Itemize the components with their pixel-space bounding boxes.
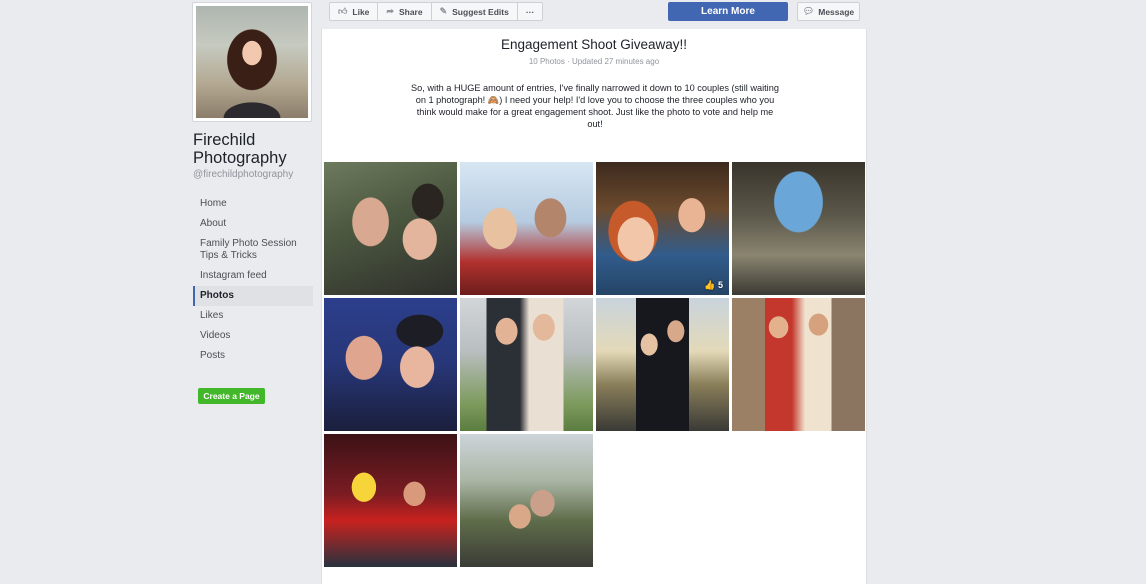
suggest-edits-button[interactable]: ✎ Suggest Edits xyxy=(431,2,518,21)
share-arrow-icon: ➦ xyxy=(386,6,394,16)
like-button[interactable]: 👍︎ Like xyxy=(329,2,379,21)
album-photo[interactable] xyxy=(732,298,865,431)
photo-grid: 👍 5 xyxy=(324,162,865,567)
create-page-button[interactable]: Create a Page xyxy=(198,388,265,404)
page-handle[interactable]: @firechildphotography xyxy=(193,169,293,180)
nav-item-family-photo-tips[interactable]: Family Photo Session Tips & Tricks xyxy=(193,234,313,266)
like-label: Like xyxy=(352,6,370,17)
pencil-icon: ✎ xyxy=(439,6,448,16)
album-photo[interactable] xyxy=(324,434,457,567)
album-photo[interactable] xyxy=(732,162,865,295)
page-action-bar: 👍︎ Like ➦ Share ✎ Suggest Edits ··· xyxy=(329,2,544,21)
album-photo[interactable] xyxy=(324,162,457,295)
page-name[interactable]: Firechild Photography xyxy=(193,131,323,167)
photo-like-count: 👍 5 xyxy=(704,280,723,290)
album-title: Engagement Shoot Giveaway!! xyxy=(500,37,688,52)
share-label: Share xyxy=(398,6,423,17)
thumbs-up-icon: 👍︎ xyxy=(338,6,348,16)
album-photo[interactable] xyxy=(460,434,593,567)
nav-item-photos[interactable]: Photos xyxy=(193,286,313,306)
nav-item-videos[interactable]: Videos xyxy=(193,326,313,346)
nav-item-home[interactable]: Home xyxy=(193,194,313,214)
suggest-edits-label: Suggest Edits xyxy=(452,6,509,17)
nav-item-likes[interactable]: Likes xyxy=(193,306,313,326)
message-label: Message xyxy=(818,6,855,17)
nav-item-about[interactable]: About xyxy=(193,214,313,234)
profile-picture[interactable] xyxy=(196,6,308,118)
album-panel: Engagement Shoot Giveaway!! 10 Photos · … xyxy=(321,29,867,584)
album-meta: 10 Photos · Updated 27 minutes ago xyxy=(528,57,660,66)
nav-item-instagram-feed[interactable]: Instagram feed xyxy=(193,266,313,286)
share-button[interactable]: ➦ Share xyxy=(378,2,432,21)
album-photo[interactable]: 👍 5 xyxy=(596,162,729,295)
nav-item-posts[interactable]: Posts xyxy=(193,346,313,366)
profile-picture-frame[interactable] xyxy=(192,2,312,122)
learn-more-button[interactable]: Learn More xyxy=(668,2,788,21)
more-button[interactable]: ··· xyxy=(517,2,544,21)
message-button[interactable]: 💬︎ Message xyxy=(797,2,860,21)
album-photo[interactable] xyxy=(460,162,593,295)
album-photo[interactable] xyxy=(460,298,593,431)
album-photo[interactable] xyxy=(596,298,729,431)
album-description: So, with a HUGE amount of entries, I've … xyxy=(411,83,779,129)
page-nav: Home About Family Photo Session Tips & T… xyxy=(193,194,313,366)
chat-bubble-icon: 💬︎ xyxy=(802,6,815,16)
album-photo[interactable] xyxy=(324,298,457,431)
